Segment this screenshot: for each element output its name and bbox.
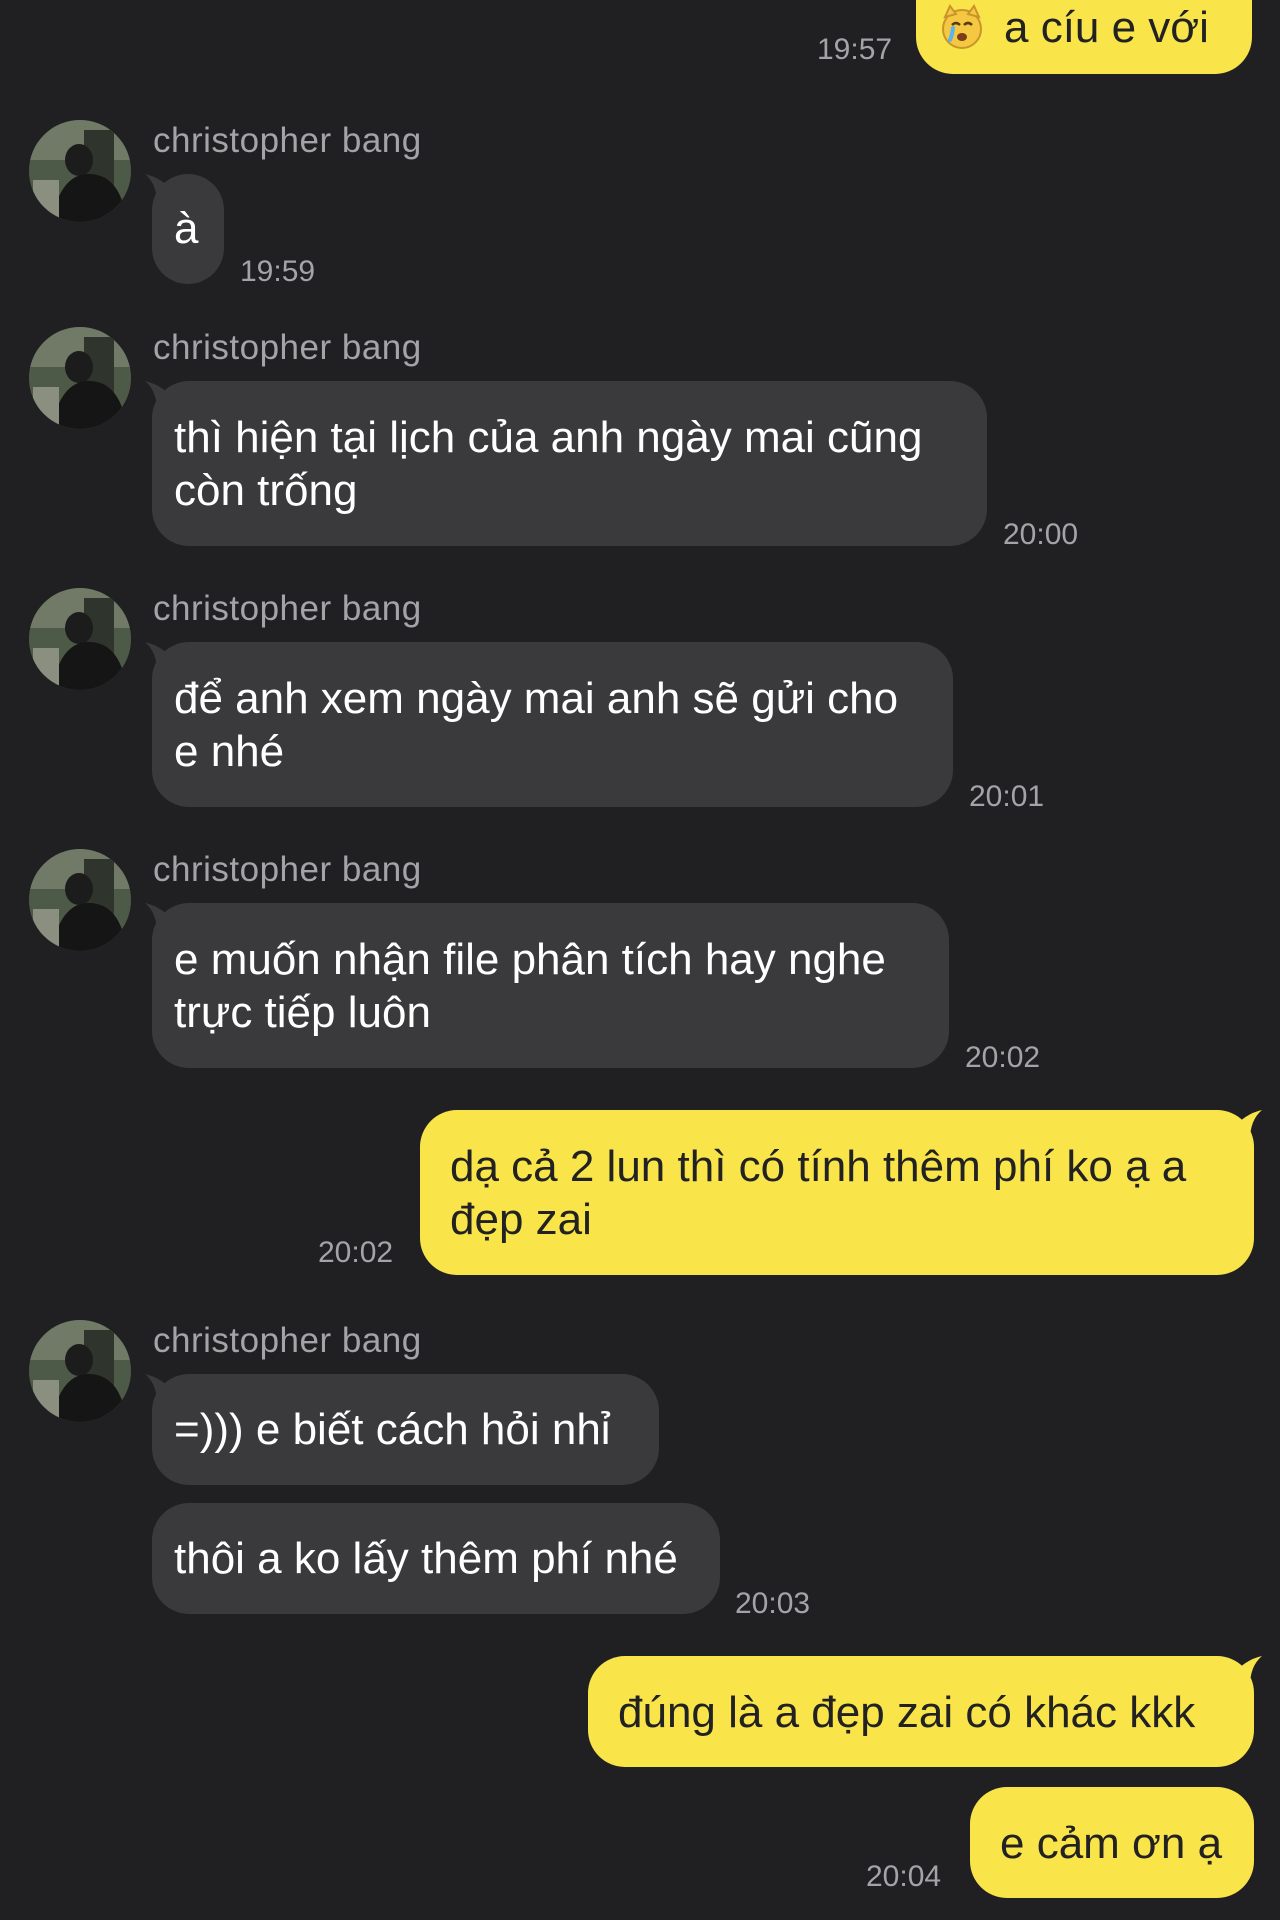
sender-name: christopher bang [153,328,422,367]
avatar[interactable] [29,1320,131,1422]
incoming-message-bubble[interactable]: để anh xem ngày mai anh sẽ gửi cho e nhé [152,642,953,807]
incoming-message-bubble[interactable]: thì hiện tại lịch của anh ngày mai cũng … [152,381,987,546]
incoming-message-bubble[interactable]: thôi a ko lấy thêm phí nhé [152,1503,720,1614]
message-text-line: để anh xem ngày mai anh sẽ gửi cho [174,674,899,723]
message-text-line: còn trống [174,466,358,515]
avatar[interactable] [29,588,131,690]
message-text: =))) e biết cách hỏi nhỉ [174,1405,611,1454]
avatar[interactable] [29,120,131,222]
sender-name: christopher bang [153,589,422,628]
message-text: e cảm ơn ạ [1000,1819,1223,1868]
crying-cat-icon [942,4,982,50]
message-text-line: thì hiện tại lịch của anh ngày mai cũng [174,413,923,462]
avatar-photo [29,849,131,951]
incoming-message-bubble[interactable]: à [152,174,224,284]
message-text-line: dạ cả 2 lun thì có tính thêm phí ko ạ a [450,1142,1187,1191]
outgoing-message-bubble[interactable]: đúng là a đẹp zai có khác kkk [588,1656,1254,1767]
message-text: thôi a ko lấy thêm phí nhé [174,1534,678,1583]
bubble-tail [1240,40,1270,70]
message-text: đúng là a đẹp zai có khác kkk [618,1688,1196,1737]
message-text-line: e nhé [174,727,285,776]
bubble-tail [1232,1110,1262,1140]
avatar-photo [29,1320,131,1422]
avatar[interactable] [29,849,131,951]
avatar-photo [29,327,131,429]
message-text-line: trực tiếp luôn [174,988,431,1037]
sender-name: christopher bang [153,1321,422,1360]
message-text: à [174,204,199,253]
message-timestamp: 20:02 [965,1041,1041,1074]
outgoing-message-bubble[interactable]: dạ cả 2 lun thì có tính thêm phí ko ạ a … [420,1110,1254,1275]
outgoing-message-bubble[interactable]: a cíu e với [916,0,1252,74]
incoming-message-bubble[interactable]: e muốn nhận file phân tích hay nghe trực… [152,903,949,1068]
message-timestamp: 19:59 [240,255,316,288]
avatar-photo [29,588,131,690]
message-timestamp: 19:57 [817,33,893,66]
message-timestamp: 20:04 [866,1860,942,1893]
message-timestamp: 20:00 [1003,518,1079,551]
message-text: a cíu e với [1004,2,1209,52]
outgoing-message-bubble[interactable]: e cảm ơn ạ [970,1787,1254,1898]
message-timestamp: 20:01 [969,780,1045,813]
message-text-line: e muốn nhận file phân tích hay nghe [174,935,886,984]
message-text-line: đẹp zai [450,1195,592,1244]
chat-thread[interactable]: a cíu e với 19:57 christopher bang à 19:… [0,0,1280,1920]
bubble-tail [1232,1656,1262,1686]
avatar-photo [29,120,131,222]
avatar[interactable] [29,327,131,429]
sender-name: christopher bang [153,121,422,160]
message-timestamp: 20:02 [318,1236,394,1269]
message-timestamp: 20:03 [735,1587,811,1620]
incoming-message-bubble[interactable]: =))) e biết cách hỏi nhỉ [152,1374,659,1485]
sender-name: christopher bang [153,850,422,889]
